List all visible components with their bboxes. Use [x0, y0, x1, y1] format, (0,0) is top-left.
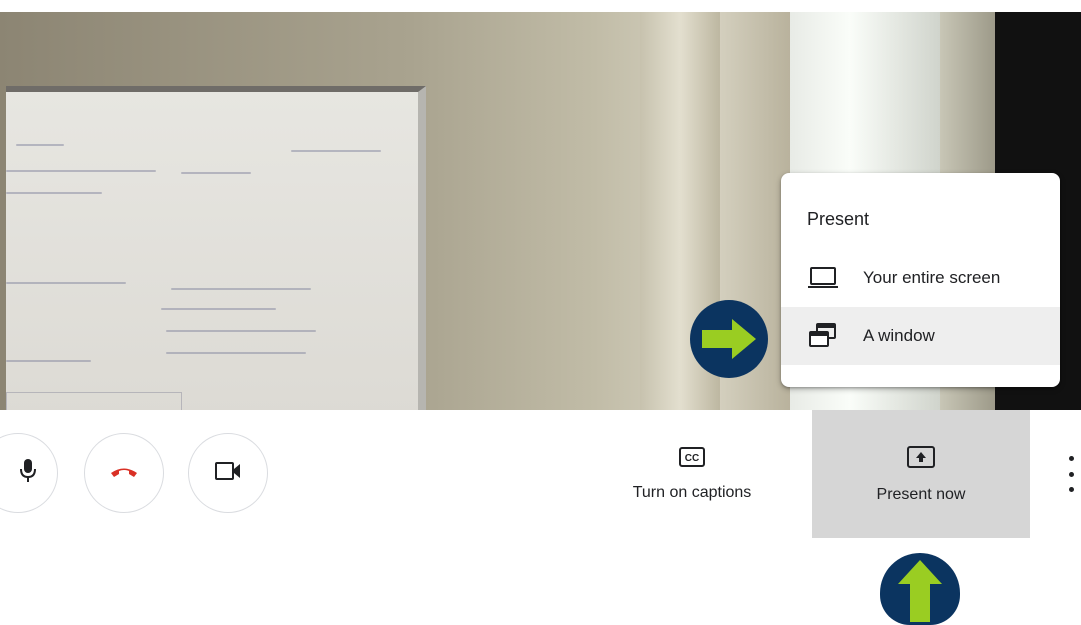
whiteboard-scribble	[6, 170, 156, 172]
present-menu: Present Your entire screen A window	[781, 173, 1060, 387]
closed-captions-icon: CC	[679, 446, 705, 472]
more-vert-icon	[1068, 487, 1074, 492]
camera-button[interactable]	[188, 433, 268, 513]
whiteboard-scribble	[6, 360, 91, 362]
captions-label: Turn on captions	[632, 483, 752, 501]
more-options-button[interactable]	[1062, 456, 1080, 492]
svg-text:CC: CC	[685, 453, 699, 464]
present-screen-icon	[906, 445, 936, 474]
video-whiteboard	[6, 86, 426, 410]
whiteboard-scribble	[6, 192, 102, 194]
up-arrow-callout-icon	[880, 553, 960, 625]
whiteboard-scribble	[171, 288, 311, 290]
camera-icon	[214, 461, 242, 486]
microphone-button[interactable]	[0, 433, 58, 513]
more-vert-icon	[1068, 456, 1074, 461]
call-controls-bar: CC Turn on captions Present now	[0, 410, 1081, 538]
menu-item-label: Your entire screen	[863, 268, 1001, 287]
window-icon	[805, 321, 841, 351]
menu-item-a-window[interactable]: A window	[781, 307, 1060, 365]
captions-button[interactable]: CC Turn on captions	[612, 410, 772, 538]
whiteboard-scribble	[291, 150, 381, 152]
microphone-icon	[19, 458, 37, 489]
present-now-label: Present now	[876, 485, 966, 503]
whiteboard-scribble	[161, 308, 276, 310]
right-arrow-callout-icon	[690, 300, 768, 378]
whiteboard-scribble	[16, 144, 64, 146]
hang-up-button[interactable]	[84, 433, 164, 513]
whiteboard-scribble	[166, 330, 316, 332]
whiteboard-scribble	[181, 172, 251, 174]
laptop-icon	[805, 263, 841, 293]
menu-item-label: A window	[863, 326, 935, 345]
hang-up-icon	[109, 464, 139, 483]
whiteboard-scribble	[6, 282, 126, 284]
whiteboard-scribble	[166, 352, 306, 354]
meeting-screen: Present Your entire screen A window CC T…	[0, 0, 1081, 625]
present-now-button[interactable]: Present now	[812, 410, 1030, 538]
present-menu-title: Present	[807, 209, 870, 229]
menu-item-entire-screen[interactable]: Your entire screen	[781, 249, 1060, 307]
whiteboard-label-box	[6, 392, 182, 410]
more-vert-icon	[1068, 471, 1074, 477]
